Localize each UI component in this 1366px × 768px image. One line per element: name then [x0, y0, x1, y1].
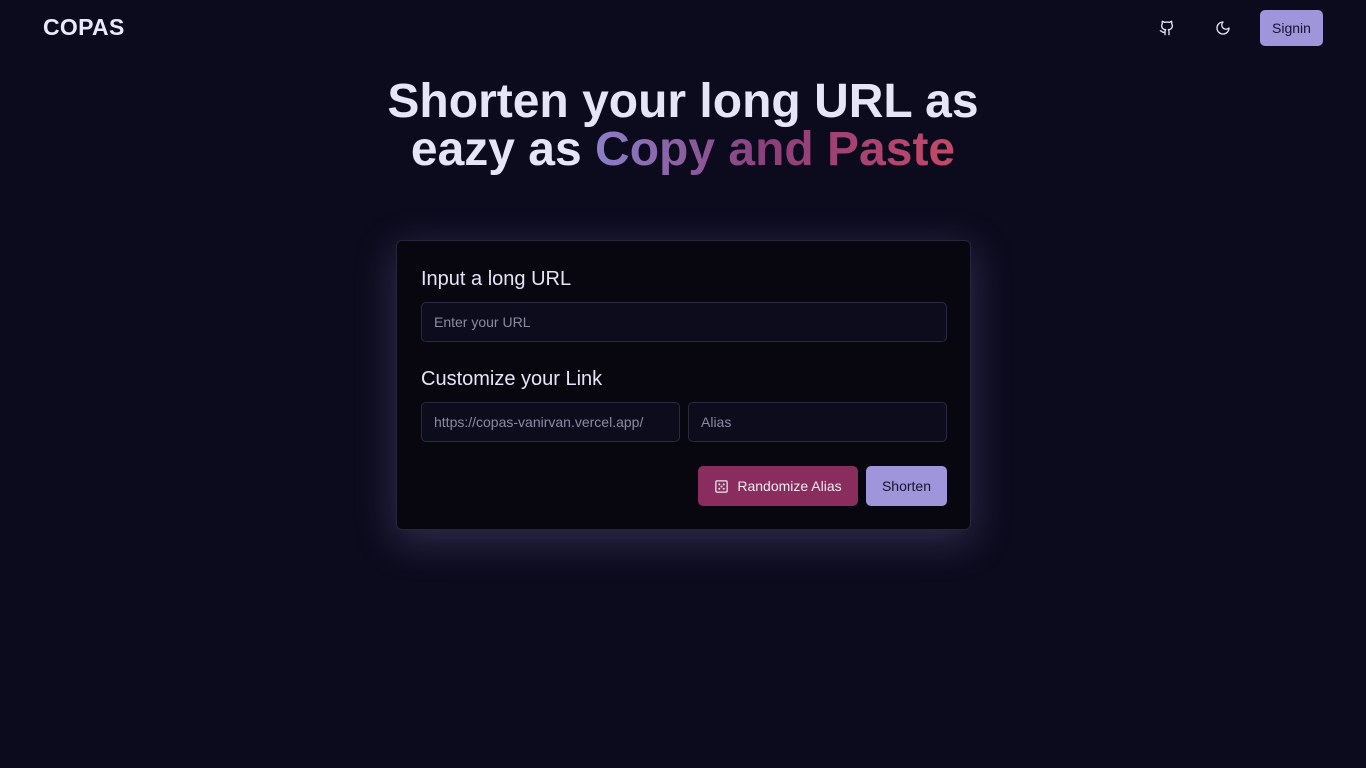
theme-toggle-button[interactable] [1205, 10, 1241, 46]
github-icon [1159, 20, 1174, 36]
top-navbar: COPAS Signin [0, 0, 1366, 56]
customize-label: Customize your Link [421, 368, 603, 390]
base-url-field [421, 402, 680, 442]
github-button[interactable] [1149, 10, 1185, 46]
app-logo[interactable]: COPAS [43, 14, 125, 41]
randomize-alias-button[interactable]: Randomize Alias [698, 466, 858, 506]
hero-line-1: Shorten your long URL as [387, 75, 979, 128]
url-label: Input a long URL [421, 268, 572, 290]
hero-line-2-prefix: eazy as [410, 123, 596, 176]
randomize-alias-label: Randomize Alias [737, 478, 842, 494]
shorten-form-card: Input a long URL Customize your Link Ran… [396, 240, 971, 530]
signin-button[interactable]: Signin [1260, 10, 1323, 46]
dice-icon [715, 479, 729, 493]
moon-icon [1216, 21, 1230, 35]
hero-title: Shorten your long URL as eazy as Copy an… [283, 78, 1083, 174]
alias-input[interactable] [688, 402, 947, 442]
hero-highlight: Copy and Paste [595, 123, 956, 176]
url-input[interactable] [421, 302, 947, 342]
shorten-button[interactable]: Shorten [866, 466, 947, 506]
